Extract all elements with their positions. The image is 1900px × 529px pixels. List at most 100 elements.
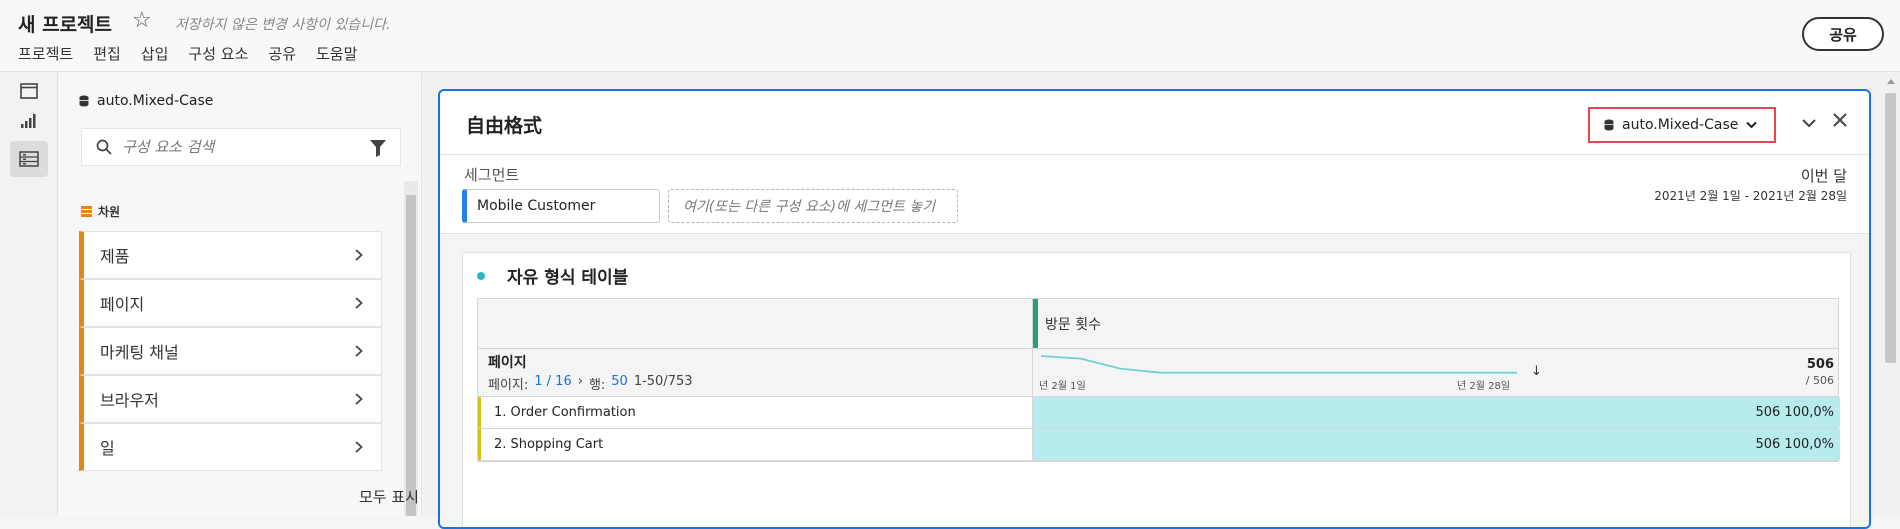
- close-panel-button[interactable]: [1833, 112, 1847, 131]
- components-panel: auto.Mixed-Case 차원 제품 페이지 마케팅 채널 브라우저 일 …: [59, 73, 422, 516]
- component-search: [81, 128, 401, 166]
- row-accent: [478, 429, 481, 460]
- panel-scroll-thumb[interactable]: [406, 195, 416, 516]
- search-icon: [96, 139, 112, 155]
- visualization-title[interactable]: 자유 형식 테이블: [507, 263, 628, 288]
- dimension-item-label: 제품: [100, 247, 130, 266]
- rows-selector[interactable]: 50: [611, 374, 628, 393]
- panel-title[interactable]: 自由格式: [466, 111, 542, 138]
- menu-help[interactable]: 도움말: [316, 43, 357, 64]
- segment-chip[interactable]: Mobile Customer: [462, 189, 660, 223]
- menu-bar: 프로젝트 편집 삽입 구성 요소 공유 도움말: [18, 43, 357, 64]
- left-rail: [0, 73, 58, 516]
- workspace-scrollbar[interactable]: [1881, 73, 1900, 516]
- freeform-panel: 自由格式 auto.Mixed-Case 세그먼트 Mobile Custome…: [438, 89, 1871, 529]
- sort-descending-icon[interactable]: ↓: [1531, 364, 1542, 379]
- segment-drop-zone[interactable]: 여기(또는 다른 구성 요소)에 세그먼트 놓기: [668, 189, 958, 223]
- database-icon: [79, 95, 89, 107]
- rows-label: 행:: [588, 378, 606, 393]
- report-suite-selector-label: auto.Mixed-Case: [1622, 117, 1739, 133]
- dimension-item[interactable]: 일: [79, 423, 382, 471]
- chevron-right-icon: [355, 390, 363, 409]
- dimension-column-title: 페이지: [488, 355, 527, 371]
- panel-header-divider: [440, 154, 1869, 155]
- dimension-icon: [81, 206, 92, 217]
- sparkline-end-label: 년 2월 28일: [1457, 381, 1511, 392]
- metric-name: 방문 횟수: [1045, 317, 1101, 333]
- menu-insert[interactable]: 삽입: [141, 43, 169, 64]
- filter-icon[interactable]: [370, 139, 386, 161]
- viz-status-dot: [477, 272, 485, 280]
- metric-summary-cell: 년 2월 1일 년 2월 28일 ↓ 506 / 506: [1032, 349, 1840, 396]
- table-metric-header-row: 방문 횟수: [478, 299, 1838, 349]
- freeform-table: 방문 횟수 페이지 페이지: 1 / 16 › 행: 50 1-50/753 년…: [477, 298, 1840, 462]
- close-icon: [1833, 113, 1847, 127]
- sparkline: [1040, 355, 1517, 374]
- sparkline-start-label: 년 2월 1일: [1039, 381, 1086, 392]
- row-label: 1. Order Confirmation: [494, 405, 636, 420]
- dimension-item-label: 마케팅 채널: [100, 343, 179, 362]
- chevron-down-icon: [1802, 119, 1816, 128]
- chevron-right-icon: [355, 342, 363, 361]
- date-range-label[interactable]: 이번 달: [1801, 165, 1847, 186]
- components-icon[interactable]: [10, 141, 48, 177]
- row-metric-cell: 506 100,0%: [1032, 429, 1840, 460]
- panel-scrollbar[interactable]: [404, 181, 418, 516]
- date-range-value[interactable]: 2021년 2월 1일 - 2021년 2월 28일: [1654, 187, 1847, 204]
- menu-edit[interactable]: 편집: [93, 43, 121, 64]
- dimension-item-label: 페이지: [100, 295, 145, 314]
- sparkline-line: [1040, 355, 1517, 374]
- report-suite-name: auto.Mixed-Case: [97, 93, 214, 109]
- metric-column-header[interactable]: 방문 횟수: [1032, 299, 1840, 348]
- row-range: 1-50/753: [633, 374, 693, 389]
- row-value: 506 100,0%: [1755, 405, 1834, 420]
- row-label: 2. Shopping Cart: [494, 437, 604, 452]
- report-suite-selector[interactable]: auto.Mixed-Case: [1588, 107, 1776, 143]
- freeform-table-visualization: 자유 형식 테이블 방문 횟수 페이지 페이지: 1 / 16 › 행: 50 …: [462, 252, 1851, 527]
- row-accent: [478, 397, 481, 428]
- dimensions-header-label: 차원: [98, 205, 121, 219]
- row-value: 506 100,0%: [1755, 437, 1834, 452]
- chevron-right-icon: [355, 438, 363, 457]
- show-all-link[interactable]: 모두 표시: [359, 486, 419, 507]
- star-icon[interactable]: ☆: [132, 8, 152, 33]
- menu-components[interactable]: 구성 요소: [188, 43, 248, 64]
- dimension-item-label: 브라우저: [100, 391, 159, 410]
- page-selector[interactable]: 1 / 16: [534, 374, 571, 393]
- workspace-scroll-thumb[interactable]: [1885, 93, 1896, 363]
- scroll-up-icon[interactable]: [1887, 79, 1895, 84]
- chevron-down-icon: [1746, 117, 1758, 133]
- project-title[interactable]: 새 프로젝트: [18, 10, 112, 37]
- unsaved-notice: 저장하지 않은 변경 사항이 있습니다.: [175, 17, 391, 33]
- dimension-item[interactable]: 제품: [79, 231, 382, 279]
- workspace: 自由格式 auto.Mixed-Case 세그먼트 Mobile Custome…: [423, 73, 1883, 529]
- dimension-item[interactable]: 페이지: [79, 279, 382, 327]
- table-dimension-header-row: 페이지 페이지: 1 / 16 › 행: 50 1-50/753 년 2월 1일: [478, 349, 1838, 397]
- page-label: 페이지:: [488, 378, 529, 393]
- table-row[interactable]: 1. Order Confirmation 506 100,0%: [478, 397, 1840, 429]
- segments-label: 세그먼트: [464, 166, 520, 184]
- metric-drag-handle[interactable]: [1033, 299, 1038, 348]
- metric-total-of: / 506: [1805, 374, 1834, 387]
- pagination: 페이지: 1 / 16 › 행: 50 1-50/753: [488, 374, 693, 393]
- menu-share[interactable]: 공유: [268, 43, 296, 64]
- metric-total: 506: [1806, 357, 1834, 372]
- table-row[interactable]: 2. Shopping Cart 506 100,0%: [478, 429, 1840, 461]
- search-input[interactable]: [122, 138, 352, 156]
- dimensions-header: 차원: [81, 203, 120, 220]
- top-bar: 새 프로젝트 ☆ 저장하지 않은 변경 사항이 있습니다. 프로젝트 편집 삽입…: [0, 0, 1900, 72]
- row-metric-cell: 506 100,0%: [1032, 397, 1840, 428]
- share-button[interactable]: 공유: [1802, 17, 1884, 51]
- next-page-icon[interactable]: ›: [578, 374, 583, 393]
- dimension-item[interactable]: 마케팅 채널: [79, 327, 382, 375]
- menu-project[interactable]: 프로젝트: [18, 43, 73, 64]
- dimensions-list: 제품 페이지 마케팅 채널 브라우저 일: [79, 231, 382, 471]
- visualizations-icon[interactable]: [10, 103, 48, 139]
- database-icon: [1604, 119, 1614, 131]
- report-suite-label[interactable]: auto.Mixed-Case: [79, 93, 213, 109]
- collapse-panel-button[interactable]: [1802, 113, 1816, 132]
- dimension-item-label: 일: [100, 439, 115, 458]
- chevron-right-icon: [355, 246, 363, 265]
- dimension-item[interactable]: 브라우저: [79, 375, 382, 423]
- chevron-right-icon: [355, 294, 363, 313]
